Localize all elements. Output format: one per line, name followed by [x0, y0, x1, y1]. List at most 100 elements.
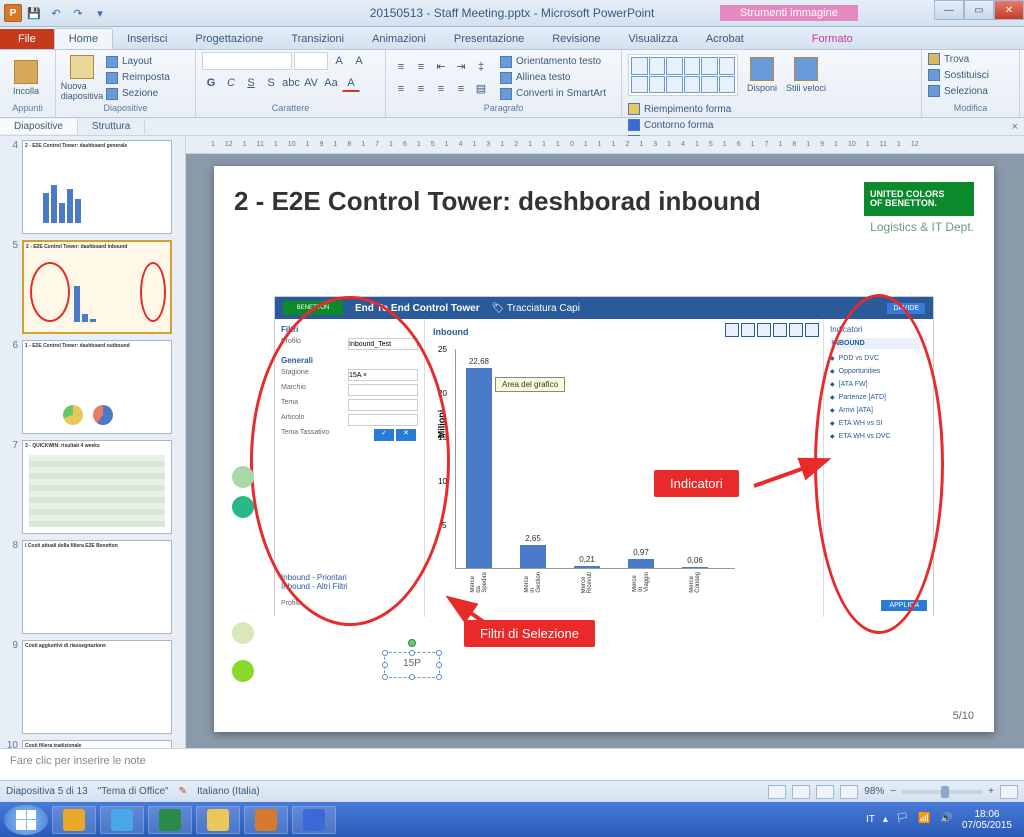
smartart-button[interactable]: Converti in SmartArt — [500, 87, 606, 101]
tray-volume-icon[interactable]: 🔊 — [940, 813, 954, 827]
strike-button[interactable]: S — [262, 74, 280, 92]
select-button[interactable]: Seleziona — [928, 84, 988, 98]
tab-view[interactable]: Visualizza — [615, 29, 692, 49]
bold-button[interactable]: G — [202, 74, 220, 92]
case-button[interactable]: Aa — [322, 74, 340, 92]
align-left-button[interactable]: ≡ — [392, 80, 410, 98]
paste-button[interactable]: Incolla — [6, 55, 46, 101]
arrange-button[interactable]: Disponi — [742, 52, 782, 98]
tab-review[interactable]: Revisione — [538, 29, 614, 49]
panel-tab-outline[interactable]: Struttura — [78, 119, 145, 134]
underline-button[interactable]: S — [242, 74, 260, 92]
start-button[interactable] — [4, 805, 48, 835]
redo-icon[interactable]: ↷ — [68, 3, 88, 23]
tray-flag-icon[interactable]: 🏳 — [896, 813, 910, 827]
status-lang[interactable]: Italiano (Italia) — [197, 786, 260, 797]
thumb-6[interactable]: 6 1 - E2E Control Tower: dashboard outbo… — [4, 340, 181, 434]
restore-button[interactable]: ▭ — [964, 0, 994, 20]
arrow-indicators[interactable] — [754, 456, 834, 499]
handle-w[interactable] — [382, 662, 388, 668]
handle-se[interactable] — [436, 674, 442, 680]
fit-button[interactable] — [1000, 785, 1018, 799]
align-center-button[interactable]: ≡ — [412, 80, 430, 98]
minimize-button[interactable]: — — [934, 0, 964, 20]
tab-animations[interactable]: Animazioni — [358, 29, 440, 49]
tab-format[interactable]: Formato — [798, 29, 867, 49]
thumb-9[interactable]: 9 Costi aggiuntivi di riassegnazione — [4, 640, 181, 734]
layout-button[interactable]: Layout — [106, 55, 170, 69]
handle-nw[interactable] — [382, 650, 388, 656]
replace-button[interactable]: Sostituisci — [928, 68, 989, 82]
save-icon[interactable]: 💾 — [24, 3, 44, 23]
line-spacing-button[interactable]: ‡ — [472, 58, 490, 76]
spacing-button[interactable]: AV — [302, 74, 320, 92]
view-sorter-button[interactable] — [792, 785, 810, 799]
chart-tool-5[interactable] — [789, 323, 803, 337]
find-button[interactable]: Trova — [928, 52, 969, 66]
tray-lang[interactable]: IT — [866, 814, 875, 825]
align-right-button[interactable]: ≡ — [432, 80, 450, 98]
zoom-in-button[interactable]: + — [988, 786, 994, 797]
notes-pane[interactable]: Fare clic per inserire le note — [0, 748, 1024, 780]
callout-filters[interactable]: Filtri di Selezione — [464, 620, 595, 647]
zoom-percent[interactable]: 98% — [864, 786, 884, 797]
quick-styles-button[interactable]: Stili veloci — [786, 52, 826, 98]
handle-ne[interactable] — [436, 650, 442, 656]
align-text-button[interactable]: Allinea testo — [500, 71, 606, 85]
tray-time[interactable]: 18:06 — [962, 809, 1012, 820]
bullets-button[interactable]: ≡ — [392, 58, 410, 76]
reset-button[interactable]: Reimposta — [106, 71, 170, 85]
shadow-button[interactable]: abc — [282, 74, 300, 92]
section-button[interactable]: Sezione — [106, 87, 170, 101]
grow-font-button[interactable]: A — [330, 52, 348, 70]
shrink-font-button[interactable]: A — [350, 52, 368, 70]
qat-dropdown-icon[interactable]: ▾ — [90, 3, 110, 23]
font-family-select[interactable] — [202, 52, 292, 70]
dot-3[interactable] — [232, 622, 254, 644]
selected-textbox[interactable]: 15P — [384, 652, 440, 678]
zoom-out-button[interactable]: − — [890, 786, 896, 797]
slide-editor[interactable]: 1121111101918171615141312111011121314151… — [186, 136, 1024, 748]
chart-tool-3[interactable] — [757, 323, 771, 337]
handle-sw[interactable] — [382, 674, 388, 680]
text-direction-button[interactable]: Orientamento testo — [500, 55, 606, 69]
taskbar-powerpoint[interactable] — [244, 806, 288, 834]
view-reading-button[interactable] — [816, 785, 834, 799]
slide-canvas[interactable]: 2 - E2E Control Tower: deshborad inbound… — [214, 166, 994, 732]
taskbar-explorer[interactable] — [196, 806, 240, 834]
tray-network-icon[interactable]: 📶 — [918, 813, 932, 827]
font-size-select[interactable] — [294, 52, 328, 70]
indent-dec-button[interactable]: ⇤ — [432, 58, 450, 76]
tab-design[interactable]: Progettazione — [181, 29, 277, 49]
tray-date[interactable]: 07/05/2015 — [962, 820, 1012, 831]
panel-tab-slides[interactable]: Diapositive — [0, 119, 78, 134]
tab-acrobat[interactable]: Acrobat — [692, 29, 758, 49]
tab-slideshow[interactable]: Presentazione — [440, 29, 538, 49]
thumb-4[interactable]: 4 2 - E2E Control Tower: dashboard gener… — [4, 140, 181, 234]
slide-title[interactable]: 2 - E2E Control Tower: deshborad inbound — [234, 186, 974, 217]
handle-s[interactable] — [409, 674, 415, 680]
taskbar-ie[interactable] — [100, 806, 144, 834]
taskbar-excel[interactable] — [148, 806, 192, 834]
view-slideshow-button[interactable] — [840, 785, 858, 799]
tray-up-icon[interactable]: ▴ — [883, 814, 888, 825]
indent-inc-button[interactable]: ⇥ — [452, 58, 470, 76]
thumb-5[interactable]: 5 2 - E2E Control Tower: dashboard inbou… — [4, 240, 181, 334]
shape-outline-button[interactable]: Contorno forma — [628, 118, 731, 132]
slide-thumbnails[interactable]: 4 2 - E2E Control Tower: dashboard gener… — [0, 136, 186, 748]
justify-button[interactable]: ≡ — [452, 80, 470, 98]
handle-e[interactable] — [436, 662, 442, 668]
taskbar-word[interactable] — [292, 806, 336, 834]
undo-icon[interactable]: ↶ — [46, 3, 66, 23]
zoom-slider[interactable] — [902, 790, 982, 794]
dot-1[interactable] — [232, 466, 254, 488]
view-normal-button[interactable] — [768, 785, 786, 799]
tab-home[interactable]: Home — [54, 28, 113, 49]
thumb-10[interactable]: 10 Costi filiera tradizionale — [4, 740, 181, 748]
italic-button[interactable]: C — [222, 74, 240, 92]
dot-4[interactable] — [232, 660, 254, 682]
tab-transitions[interactable]: Transizioni — [277, 29, 358, 49]
taskbar-outlook[interactable] — [52, 806, 96, 834]
handle-n[interactable] — [409, 650, 415, 656]
new-slide-button[interactable]: Nuova diapositiva — [62, 55, 102, 101]
